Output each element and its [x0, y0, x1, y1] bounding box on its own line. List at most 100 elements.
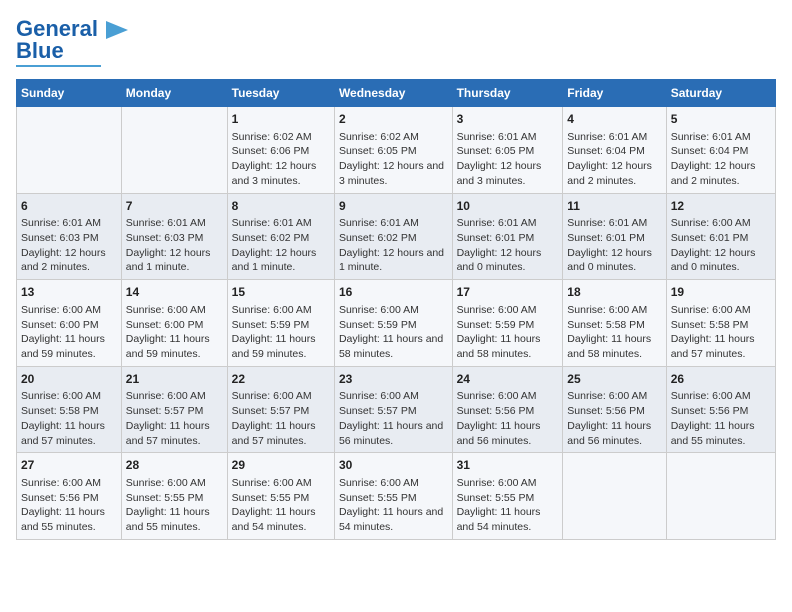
day-number: 6: [21, 198, 117, 215]
cell-content: Sunrise: 6:00 AM Sunset: 5:58 PM Dayligh…: [671, 303, 771, 362]
calendar-cell: 12Sunrise: 6:00 AM Sunset: 6:01 PM Dayli…: [666, 193, 775, 280]
calendar-cell: 6Sunrise: 6:01 AM Sunset: 6:03 PM Daylig…: [17, 193, 122, 280]
cell-content: Sunrise: 6:00 AM Sunset: 5:59 PM Dayligh…: [339, 303, 448, 362]
cell-content: Sunrise: 6:00 AM Sunset: 5:55 PM Dayligh…: [339, 476, 448, 535]
cell-content: Sunrise: 6:01 AM Sunset: 6:05 PM Dayligh…: [457, 130, 559, 189]
day-number: 9: [339, 198, 448, 215]
cell-content: Sunrise: 6:01 AM Sunset: 6:01 PM Dayligh…: [567, 216, 661, 275]
day-number: 2: [339, 111, 448, 128]
cell-content: Sunrise: 6:00 AM Sunset: 5:56 PM Dayligh…: [21, 476, 117, 535]
day-number: 1: [232, 111, 330, 128]
calendar-cell: 30Sunrise: 6:00 AM Sunset: 5:55 PM Dayli…: [334, 453, 452, 540]
cell-content: Sunrise: 6:00 AM Sunset: 6:01 PM Dayligh…: [671, 216, 771, 275]
calendar-cell: 5 Sunrise: 6:01 AM Sunset: 6:04 PM Daylig…: [666, 107, 775, 194]
day-number: 21: [126, 371, 223, 388]
day-number: 18: [567, 284, 661, 301]
calendar-cell: 10Sunrise: 6:01 AM Sunset: 6:01 PM Dayli…: [452, 193, 563, 280]
header-thursday: Thursday: [452, 80, 563, 107]
cell-content: Sunrise: 6:00 AM Sunset: 5:55 PM Dayligh…: [126, 476, 223, 535]
cell-content: Sunrise: 6:01 AM Sunset: 6:04 PM Dayligh…: [567, 130, 661, 189]
calendar-cell: 8Sunrise: 6:01 AM Sunset: 6:02 PM Daylig…: [227, 193, 334, 280]
calendar-cell: 31 Sunrise: 6:00 AM Sunset: 5:55 PM Dayli…: [452, 453, 563, 540]
header-tuesday: Tuesday: [227, 80, 334, 107]
calendar-cell: [17, 107, 122, 194]
day-number: 23: [339, 371, 448, 388]
calendar-cell: 2 Sunrise: 6:02 AM Sunset: 6:05 PM Daylig…: [334, 107, 452, 194]
cell-content: Sunrise: 6:00 AM Sunset: 5:59 PM Dayligh…: [457, 303, 559, 362]
cell-content: Sunrise: 6:00 AM Sunset: 5:56 PM Dayligh…: [567, 389, 661, 448]
calendar-header-row: SundayMondayTuesdayWednesdayThursdayFrid…: [17, 80, 776, 107]
calendar-cell: 18 Sunrise: 6:00 AM Sunset: 5:58 PM Dayli…: [563, 280, 666, 367]
calendar-week-row: 20Sunrise: 6:00 AM Sunset: 5:58 PM Dayli…: [17, 366, 776, 453]
cell-content: Sunrise: 6:00 AM Sunset: 6:00 PM Dayligh…: [21, 303, 117, 362]
cell-content: Sunrise: 6:00 AM Sunset: 5:58 PM Dayligh…: [21, 389, 117, 448]
cell-content: Sunrise: 6:01 AM Sunset: 6:01 PM Dayligh…: [457, 216, 559, 275]
logo-arrow-icon: [106, 21, 128, 39]
cell-content: Sunrise: 6:00 AM Sunset: 6:00 PM Dayligh…: [126, 303, 223, 362]
day-number: 22: [232, 371, 330, 388]
page-header: General Blue: [16, 16, 776, 67]
calendar-cell: 27 Sunrise: 6:00 AM Sunset: 5:56 PM Dayli…: [17, 453, 122, 540]
cell-content: Sunrise: 6:00 AM Sunset: 5:57 PM Dayligh…: [126, 389, 223, 448]
cell-content: Sunrise: 6:02 AM Sunset: 6:05 PM Dayligh…: [339, 130, 448, 189]
calendar-cell: 11Sunrise: 6:01 AM Sunset: 6:01 PM Dayli…: [563, 193, 666, 280]
calendar-table: SundayMondayTuesdayWednesdayThursdayFrid…: [16, 79, 776, 540]
cell-content: Sunrise: 6:01 AM Sunset: 6:03 PM Dayligh…: [126, 216, 223, 275]
day-number: 19: [671, 284, 771, 301]
calendar-week-row: 6 Sunrise: 6:01 AM Sunset: 6:03 PM Daylig…: [17, 193, 776, 280]
calendar-cell: 7Sunrise: 6:01 AM Sunset: 6:03 PM Daylig…: [121, 193, 227, 280]
calendar-cell: 3 Sunrise: 6:01 AM Sunset: 6:05 PM Daylig…: [452, 107, 563, 194]
day-number: 15: [232, 284, 330, 301]
header-friday: Friday: [563, 80, 666, 107]
day-number: 29: [232, 457, 330, 474]
day-number: 4: [567, 111, 661, 128]
cell-content: Sunrise: 6:00 AM Sunset: 5:58 PM Dayligh…: [567, 303, 661, 362]
cell-content: Sunrise: 6:00 AM Sunset: 5:57 PM Dayligh…: [232, 389, 330, 448]
cell-content: Sunrise: 6:01 AM Sunset: 6:02 PM Dayligh…: [339, 216, 448, 275]
header-sunday: Sunday: [17, 80, 122, 107]
header-monday: Monday: [121, 80, 227, 107]
logo-underline: [16, 65, 101, 67]
cell-content: Sunrise: 6:02 AM Sunset: 6:06 PM Dayligh…: [232, 130, 330, 189]
calendar-cell: 19 Sunrise: 6:00 AM Sunset: 5:58 PM Dayli…: [666, 280, 775, 367]
cell-content: Sunrise: 6:00 AM Sunset: 5:56 PM Dayligh…: [457, 389, 559, 448]
day-number: 31: [457, 457, 559, 474]
calendar-cell: [121, 107, 227, 194]
calendar-cell: 22Sunrise: 6:00 AM Sunset: 5:57 PM Dayli…: [227, 366, 334, 453]
header-wednesday: Wednesday: [334, 80, 452, 107]
cell-content: Sunrise: 6:00 AM Sunset: 5:55 PM Dayligh…: [457, 476, 559, 535]
cell-content: Sunrise: 6:01 AM Sunset: 6:04 PM Dayligh…: [671, 130, 771, 189]
cell-content: Sunrise: 6:00 AM Sunset: 5:56 PM Dayligh…: [671, 389, 771, 448]
calendar-cell: 26Sunrise: 6:00 AM Sunset: 5:56 PM Dayli…: [666, 366, 775, 453]
day-number: 11: [567, 198, 661, 215]
calendar-cell: 20Sunrise: 6:00 AM Sunset: 5:58 PM Dayli…: [17, 366, 122, 453]
day-number: 25: [567, 371, 661, 388]
cell-content: Sunrise: 6:00 AM Sunset: 5:55 PM Dayligh…: [232, 476, 330, 535]
cell-content: Sunrise: 6:01 AM Sunset: 6:02 PM Dayligh…: [232, 216, 330, 275]
calendar-cell: 28 Sunrise: 6:00 AM Sunset: 5:55 PM Dayli…: [121, 453, 227, 540]
day-number: 5: [671, 111, 771, 128]
logo: General Blue: [16, 16, 128, 67]
day-number: 14: [126, 284, 223, 301]
day-number: 26: [671, 371, 771, 388]
day-number: 17: [457, 284, 559, 301]
calendar-cell: 15 Sunrise: 6:00 AM Sunset: 5:59 PM Dayli…: [227, 280, 334, 367]
day-number: 24: [457, 371, 559, 388]
cell-content: Sunrise: 6:00 AM Sunset: 5:59 PM Dayligh…: [232, 303, 330, 362]
day-number: 10: [457, 198, 559, 215]
calendar-cell: 14 Sunrise: 6:00 AM Sunset: 6:00 PM Dayli…: [121, 280, 227, 367]
logo-blue: Blue: [16, 38, 64, 64]
calendar-cell: [666, 453, 775, 540]
calendar-week-row: 1 Sunrise: 6:02 AM Sunset: 6:06 PM Daylig…: [17, 107, 776, 194]
calendar-cell: 13 Sunrise: 6:00 AM Sunset: 6:00 PM Dayli…: [17, 280, 122, 367]
day-number: 27: [21, 457, 117, 474]
day-number: 28: [126, 457, 223, 474]
calendar-cell: 21Sunrise: 6:00 AM Sunset: 5:57 PM Dayli…: [121, 366, 227, 453]
calendar-cell: 16Sunrise: 6:00 AM Sunset: 5:59 PM Dayli…: [334, 280, 452, 367]
day-number: 3: [457, 111, 559, 128]
cell-content: Sunrise: 6:00 AM Sunset: 5:57 PM Dayligh…: [339, 389, 448, 448]
day-number: 13: [21, 284, 117, 301]
calendar-cell: 4 Sunrise: 6:01 AM Sunset: 6:04 PM Daylig…: [563, 107, 666, 194]
calendar-cell: [563, 453, 666, 540]
calendar-cell: 1 Sunrise: 6:02 AM Sunset: 6:06 PM Daylig…: [227, 107, 334, 194]
